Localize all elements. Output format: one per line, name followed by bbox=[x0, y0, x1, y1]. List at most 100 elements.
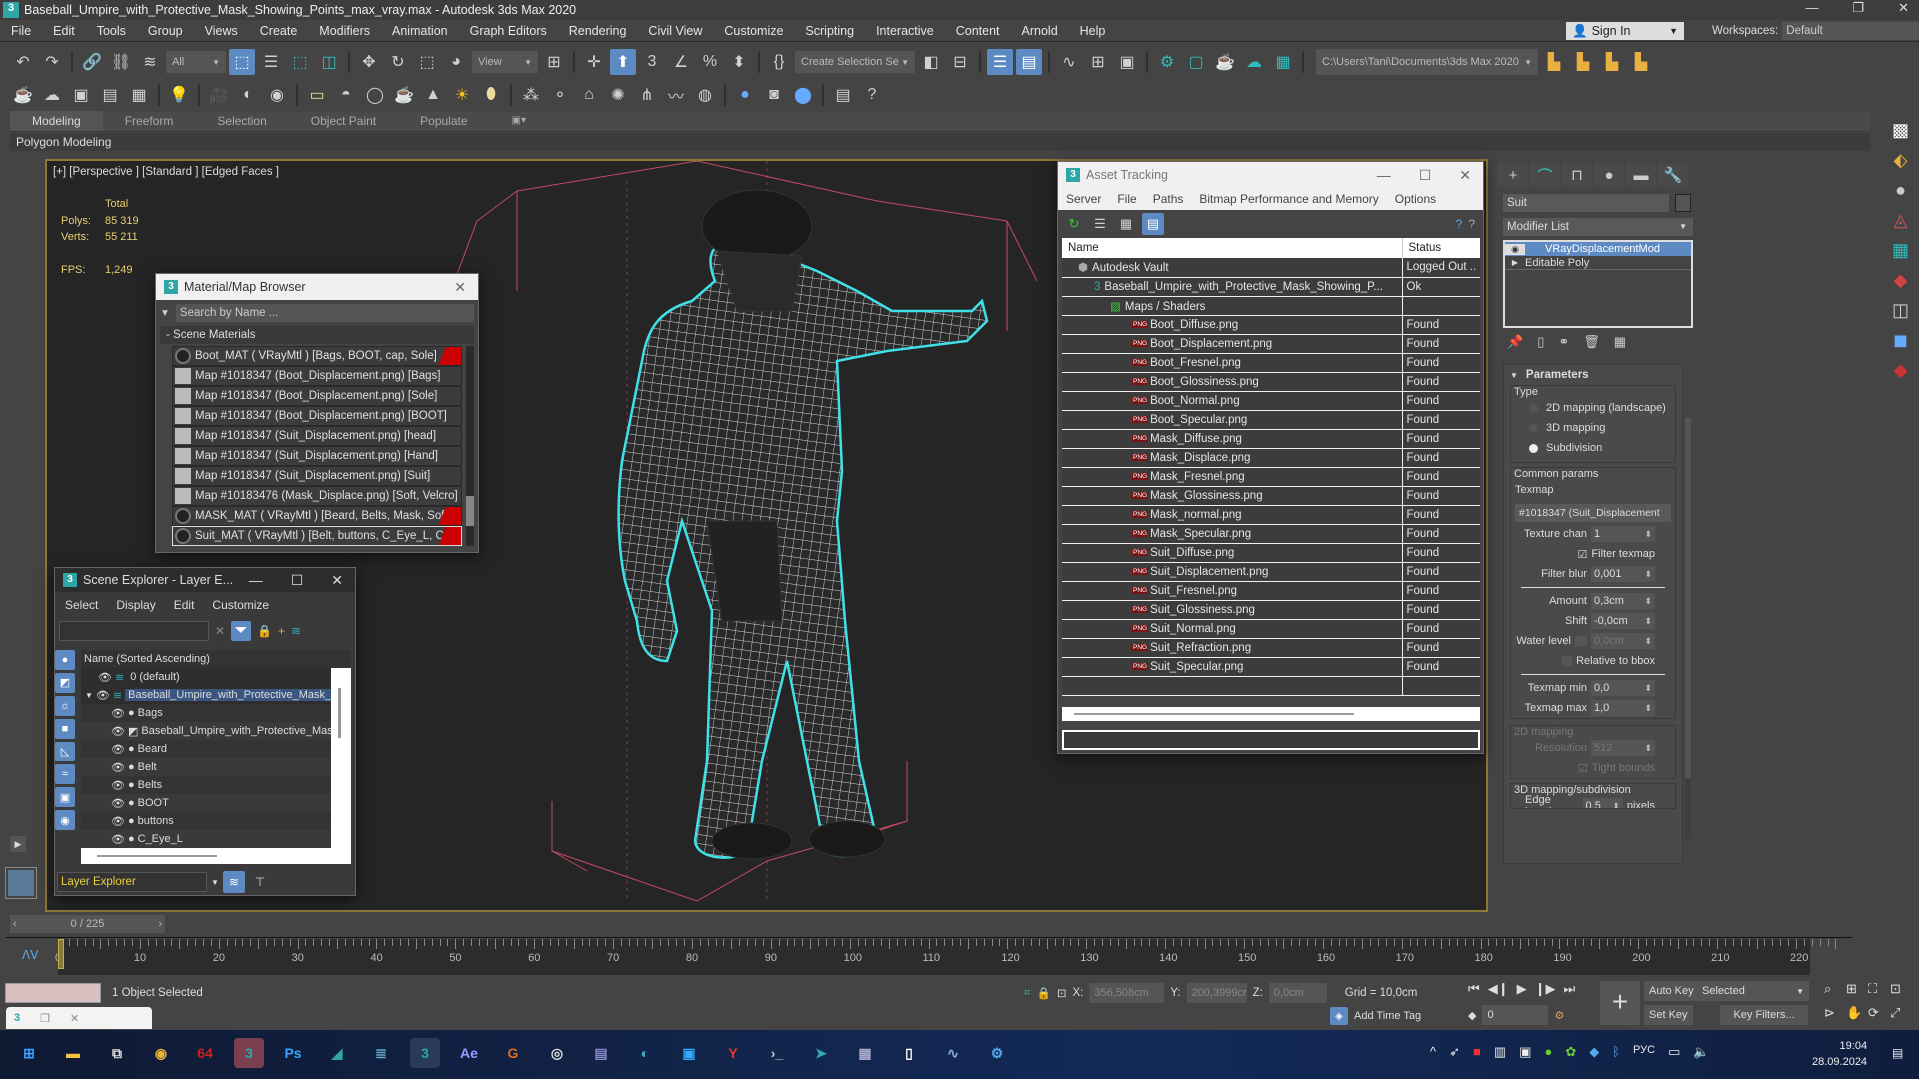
water-level-checkbox[interactable] bbox=[1575, 636, 1587, 646]
object-color-swatch[interactable] bbox=[1675, 194, 1691, 212]
menu-edit[interactable]: Edit bbox=[42, 24, 86, 38]
eye-icon[interactable]: 👁 bbox=[111, 725, 125, 738]
ribbon-options-icon[interactable]: ▣▾ bbox=[490, 111, 548, 131]
asset-row[interactable]: PNG Boot_Glossiness.png Found bbox=[1062, 372, 1480, 392]
angle-snap-icon[interactable]: ∠ bbox=[668, 49, 694, 75]
vray-mesh-icon[interactable]: ◆ bbox=[1882, 360, 1919, 390]
rendered-frame-window-icon[interactable]: ▢ bbox=[1183, 49, 1209, 75]
go-to-end-icon[interactable]: ⏭ bbox=[1563, 981, 1575, 997]
xrefs-filter-icon[interactable]: ◉ bbox=[55, 810, 75, 830]
taskbar-start[interactable]: ⊞ bbox=[14, 1038, 44, 1068]
reference-coordinate-dropdown[interactable]: View ▼ bbox=[472, 51, 538, 73]
absolute-mode-icon[interactable]: ⊡ bbox=[1057, 986, 1067, 1000]
object-row[interactable]: 👁 ● C_Eye_L bbox=[81, 830, 331, 848]
ribbon-tab-populate[interactable]: Populate bbox=[398, 111, 489, 131]
taskbar-photoshop[interactable]: Ps bbox=[278, 1038, 308, 1068]
taskbar-yandex[interactable]: Y bbox=[718, 1038, 748, 1068]
settings-list-icon[interactable]: ▦ bbox=[126, 82, 152, 108]
selection-filter-dropdown[interactable]: All ▼ bbox=[166, 51, 226, 73]
material-icon[interactable]: ◙ bbox=[761, 82, 787, 108]
asset-row[interactable]: PNG Suit_Normal.png Found bbox=[1062, 619, 1480, 639]
sphere-light-icon[interactable]: ◯ bbox=[362, 82, 388, 108]
stack-item-vraydisplacementmod[interactable]: ◉ VRayDisplacementMod bbox=[1505, 242, 1691, 256]
select-by-name-icon[interactable]: ☰ bbox=[258, 49, 284, 75]
orbit-icon[interactable]: ⟳ bbox=[1868, 1005, 1890, 1021]
asset-menu-bitmap-performance-and-memory[interactable]: Bitmap Performance and Memory bbox=[1191, 192, 1386, 206]
hierarchy-icon[interactable]: ⊤ bbox=[249, 871, 271, 893]
displacement-icon[interactable]: ⌂ bbox=[576, 82, 602, 108]
field-of-view-icon[interactable]: ⊳ bbox=[1824, 1005, 1846, 1021]
tray-app-icon[interactable]: ◆ bbox=[1589, 1044, 1599, 1060]
menu-animation[interactable]: Animation bbox=[381, 24, 459, 38]
object-row[interactable]: 👁 ● Belts bbox=[81, 776, 331, 794]
type-radio-2[interactable]: Subdivision bbox=[1511, 438, 1675, 458]
asset-row[interactable]: PNG Suit_Refraction.png Found bbox=[1062, 638, 1480, 658]
configure-sets-icon[interactable]: ▦ bbox=[1614, 334, 1626, 350]
rollout-scrollbar[interactable] bbox=[1685, 418, 1691, 838]
asset-row[interactable]: PNG Boot_Specular.png Found bbox=[1062, 410, 1480, 430]
scene-tree-scrollbar[interactable] bbox=[331, 668, 351, 848]
key-filters-button[interactable]: Key Filters... bbox=[1720, 1005, 1808, 1025]
help-icon[interactable]: ? bbox=[859, 82, 885, 108]
asset-row[interactable]: PNG Suit_Fresnel.png Found bbox=[1062, 581, 1480, 601]
lights-filter-icon[interactable]: ☼ bbox=[55, 695, 75, 716]
map-item[interactable]: Map #1018347 (Suit_Displacement.png) [Ha… bbox=[172, 446, 462, 466]
tray-app-icon[interactable]: ✿ bbox=[1565, 1044, 1576, 1060]
menu-customize[interactable]: Customize bbox=[713, 24, 794, 38]
ribbon-panel-polygon-modeling[interactable]: Polygon Modeling bbox=[10, 133, 1870, 151]
scene-explorer-menu-edit[interactable]: Edit bbox=[174, 598, 195, 612]
align-icon[interactable]: ⊟ bbox=[947, 49, 973, 75]
scene-search-input[interactable] bbox=[59, 621, 209, 641]
type-radio-0[interactable]: 2D mapping (landscape) bbox=[1511, 398, 1675, 418]
asset-row[interactable]: PNG Suit_Diffuse.png Found bbox=[1062, 543, 1480, 563]
modify-tab-icon[interactable]: ⌒ bbox=[1530, 163, 1560, 187]
texmap-button[interactable]: #1018347 (Suit_Displacement bbox=[1515, 504, 1671, 522]
render-production-icon[interactable]: ☕ bbox=[1212, 49, 1238, 75]
hair-fur-icon[interactable]: 〰 bbox=[663, 82, 689, 108]
eye-icon[interactable]: 👁 bbox=[111, 743, 125, 756]
language-indicator[interactable]: РУС bbox=[1633, 1044, 1655, 1060]
layers-icon[interactable]: ≋ bbox=[291, 624, 301, 638]
layer-row[interactable]: 👁 ≋ 0 (default) bbox=[81, 668, 331, 686]
taskbar-archive[interactable]: ▤ bbox=[586, 1038, 616, 1068]
hair-ox-icon[interactable]: ◍ bbox=[692, 82, 718, 108]
menu-graph-editors[interactable]: Graph Editors bbox=[459, 24, 558, 38]
cloud-icon[interactable]: ☁ bbox=[39, 82, 65, 108]
maximize-viewport-icon[interactable]: ⤢ bbox=[1890, 1005, 1912, 1021]
volume-icon[interactable]: 🔈 bbox=[1693, 1044, 1709, 1060]
scene-materials-group[interactable]: - Scene Materials bbox=[160, 326, 474, 344]
eye-icon[interactable]: 👁 bbox=[98, 671, 112, 684]
geometry-filter-icon[interactable]: ● bbox=[55, 650, 75, 670]
material-search-input[interactable]: Search by Name ... bbox=[175, 304, 474, 322]
curve-editor-icon[interactable]: ∿ bbox=[1056, 49, 1082, 75]
object-row[interactable]: 👁 ● BOOT bbox=[81, 794, 331, 812]
project-tree-icon[interactable]: ▙ bbox=[1599, 49, 1625, 75]
zoom-all-icon[interactable]: ⊞ bbox=[1846, 981, 1868, 997]
taskbar-monitor[interactable]: ∿ bbox=[938, 1038, 968, 1068]
camera-red-icon[interactable]: ◉ bbox=[264, 82, 290, 108]
scene-explorer-menu-display[interactable]: Display bbox=[116, 598, 155, 612]
taskbar-settings-app[interactable]: ⚙ bbox=[982, 1038, 1012, 1068]
ambient-light-icon[interactable]: ⬮ bbox=[478, 82, 504, 108]
eye-icon[interactable]: 👁 bbox=[111, 815, 125, 828]
vray-grid-icon[interactable]: ▦ bbox=[1882, 240, 1919, 270]
z-coordinate-field[interactable]: 0,0cm bbox=[1268, 983, 1327, 1003]
time-slider-thumb[interactable] bbox=[58, 939, 64, 969]
project-path-dropdown[interactable]: C:\Users\Tani\Documents\3ds Max 2020 ▼ bbox=[1316, 49, 1538, 75]
asset-row[interactable]: PNG Suit_Specular.png Found bbox=[1062, 657, 1480, 677]
bind-spacewarp-icon[interactable]: ≋ bbox=[137, 49, 163, 75]
maxscript-listener[interactable] bbox=[5, 983, 101, 1003]
sun-icon[interactable]: ☀ bbox=[449, 82, 475, 108]
tight-bounds-checkbox[interactable]: ☑ bbox=[1578, 762, 1588, 775]
tray-app-icon[interactable]: ▣ bbox=[1519, 1044, 1531, 1060]
spacewarps-filter-icon[interactable]: ≈ bbox=[55, 764, 75, 785]
tray-overflow-icon[interactable]: ^ bbox=[1430, 1044, 1436, 1060]
vray-checker-icon[interactable]: ▩ bbox=[1882, 120, 1919, 150]
material-item[interactable]: Suit_MAT ( VRayMtl ) [Belt, buttons, C_E… bbox=[172, 526, 462, 546]
taskbar-telegram[interactable]: ➤ bbox=[806, 1038, 836, 1068]
workspaces-dropdown[interactable]: Default▼ bbox=[1782, 22, 1919, 40]
auto-key-button[interactable]: Auto Key bbox=[1644, 981, 1699, 1001]
snaps-toggle-icon[interactable]: 3 bbox=[639, 49, 665, 75]
isolate-selection-icon[interactable]: ⌗ bbox=[1024, 987, 1030, 1000]
redo-icon[interactable]: ↷ bbox=[39, 49, 65, 75]
